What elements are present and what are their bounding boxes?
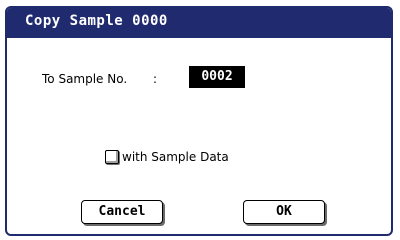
with-sample-data-option[interactable]: with Sample Data xyxy=(105,148,229,166)
cancel-button[interactable]: Cancel xyxy=(81,200,163,224)
dialog-title: Copy Sample 0000 xyxy=(25,13,168,29)
field-separator: : xyxy=(153,72,158,86)
dialog-titlebar: Copy Sample 0000 xyxy=(7,8,391,38)
with-sample-data-checkbox[interactable] xyxy=(105,150,119,164)
ok-button[interactable]: OK xyxy=(243,200,325,224)
with-sample-data-label: with Sample Data xyxy=(122,150,229,164)
to-sample-number-field[interactable]: 0002 xyxy=(189,66,245,88)
copy-sample-dialog: Copy Sample 0000 To Sample No. : 0002 wi… xyxy=(5,6,393,236)
to-sample-label: To Sample No. xyxy=(42,72,128,86)
